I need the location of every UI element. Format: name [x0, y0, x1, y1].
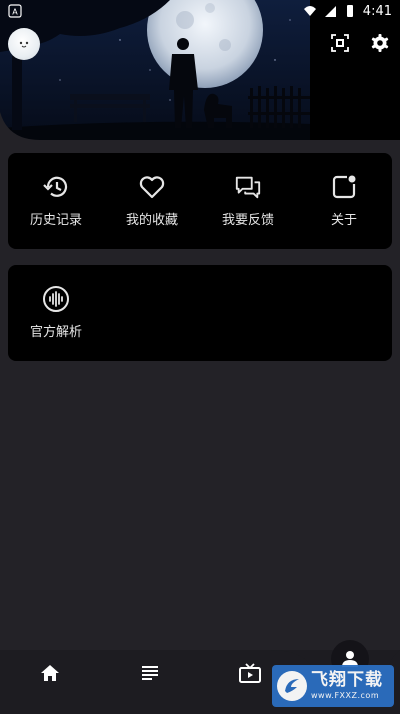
history-label: 历史记录: [29, 213, 82, 228]
list-icon: [142, 666, 158, 680]
status-time: 4:41: [362, 3, 392, 19]
history-icon: [42, 173, 70, 201]
gear-icon: [371, 34, 389, 52]
night-scene-image: [0, 0, 400, 150]
about-label: 关于: [330, 213, 357, 228]
status-bar: A 4:41: [0, 0, 400, 22]
menu-card: 历史记录 我的收藏 我要反馈 关于: [8, 153, 392, 249]
tv-icon: [239, 663, 261, 683]
watermark-url: www.FXXZ.com: [311, 691, 380, 700]
scan-qr-button[interactable]: [329, 32, 351, 54]
battery-icon: [346, 5, 353, 17]
heart-icon: [138, 173, 166, 201]
about-button[interactable]: 关于: [296, 153, 392, 249]
favorites-label: 我的收藏: [125, 213, 178, 228]
svg-text:A: A: [12, 8, 18, 17]
watermark-title: 飞翔下载: [311, 670, 383, 690]
wifi-icon: [303, 6, 316, 16]
about-icon: [330, 173, 358, 201]
feedback-label: 我要反馈: [221, 213, 274, 228]
official-parse-button[interactable]: 官方解析: [8, 265, 104, 361]
watermark-logo: 飞翔下载 www.FXXZ.com: [272, 665, 394, 707]
nav-tv-button[interactable]: [237, 660, 263, 686]
nav-home-button[interactable]: [37, 660, 63, 686]
feedback-icon: [234, 173, 262, 201]
home-icon: [41, 665, 59, 681]
favorites-button[interactable]: 我的收藏: [104, 153, 200, 249]
scan-qr-icon: [331, 34, 349, 52]
hero-banner: A 4:41: [0, 0, 400, 150]
watermark-emblem-icon: [277, 671, 307, 701]
watermark-text: 飞翔下载 www.FXXZ.com: [311, 672, 383, 700]
status-left: A: [8, 4, 22, 18]
notification-icon: A: [8, 4, 22, 18]
history-button[interactable]: 历史记录: [8, 153, 104, 249]
nav-list-button[interactable]: [137, 660, 163, 686]
signal-icon: [324, 6, 336, 17]
official-parse-label: 官方解析: [29, 325, 82, 340]
audio-wave-icon: [42, 285, 70, 313]
cloud-avatar-icon[interactable]: [8, 28, 40, 60]
avatar-face: [19, 41, 29, 48]
settings-button[interactable]: [369, 32, 391, 54]
feedback-button[interactable]: 我要反馈: [200, 153, 296, 249]
parse-card: 官方解析: [8, 265, 392, 361]
status-right: 4:41: [303, 4, 392, 19]
